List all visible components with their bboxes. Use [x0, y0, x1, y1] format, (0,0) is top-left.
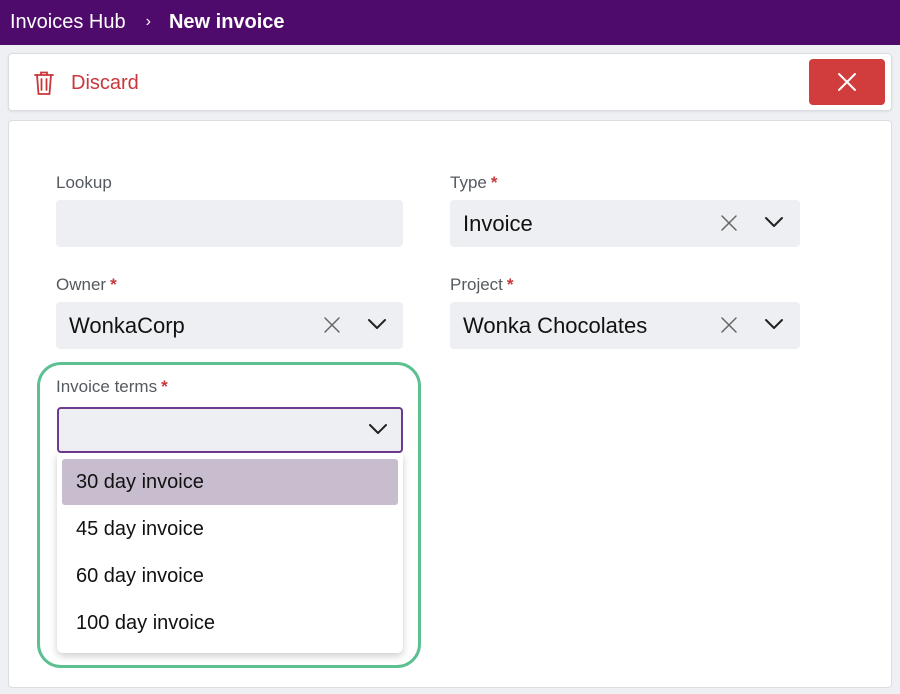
required-marker: *: [161, 377, 168, 396]
project-value: Wonka Chocolates: [463, 312, 648, 338]
command-bar: Discard: [8, 53, 892, 111]
type-label: Type *: [450, 173, 497, 193]
required-marker: *: [490, 173, 498, 192]
breadcrumb-separator-icon: ›: [145, 12, 151, 30]
option-60-day-invoice[interactable]: 60 day invoice: [62, 553, 398, 599]
clear-type-icon[interactable]: [720, 214, 738, 232]
form-panel: Lookup Type * Invoice Owner * WonkaCorp Pr…: [8, 120, 892, 688]
clear-project-icon[interactable]: [720, 316, 738, 334]
project-select[interactable]: Wonka Chocolates: [450, 302, 800, 349]
discard-label: Discard: [71, 71, 139, 94]
option-100-day-invoice[interactable]: 100 day invoice: [62, 600, 398, 646]
chevron-down-icon[interactable]: [368, 423, 388, 435]
owner-label-text: Owner: [56, 275, 107, 294]
clear-owner-icon[interactable]: [323, 316, 341, 334]
discard-button[interactable]: Discard: [33, 67, 139, 99]
chevron-down-icon[interactable]: [764, 318, 784, 330]
type-select[interactable]: Invoice: [450, 200, 800, 247]
required-marker: *: [506, 275, 514, 294]
breadcrumb-root-link[interactable]: Invoices Hub: [10, 11, 126, 34]
option-30-day-invoice[interactable]: 30 day invoice: [62, 459, 398, 505]
chevron-down-icon[interactable]: [367, 318, 387, 330]
owner-value: WonkaCorp: [69, 312, 185, 338]
owner-select[interactable]: WonkaCorp: [56, 302, 403, 349]
project-label-text: Project: [450, 275, 503, 294]
owner-label: Owner *: [56, 275, 117, 295]
lookup-label-text: Lookup: [56, 173, 112, 192]
lookup-label: Lookup: [56, 173, 112, 193]
invoice-terms-dropdown: 30 day invoice 45 day invoice 60 day inv…: [57, 453, 403, 653]
project-label: Project *: [450, 275, 514, 295]
invoice-terms-label-text: Invoice terms: [56, 377, 158, 396]
lookup-input[interactable]: [56, 200, 403, 247]
chevron-down-icon[interactable]: [764, 216, 784, 228]
close-icon: [838, 73, 856, 91]
type-value: Invoice: [463, 210, 533, 236]
trash-icon: [34, 71, 54, 95]
close-button[interactable]: [809, 59, 885, 105]
option-45-day-invoice[interactable]: 45 day invoice: [62, 506, 398, 552]
invoice-terms-select[interactable]: [57, 407, 403, 453]
page-title: New invoice: [168, 11, 285, 33]
type-label-text: Type: [450, 173, 487, 192]
invoice-terms-label: Invoice terms *: [56, 377, 168, 397]
required-marker: *: [110, 275, 117, 294]
breadcrumb: Invoices Hub › New invoice: [0, 0, 900, 45]
